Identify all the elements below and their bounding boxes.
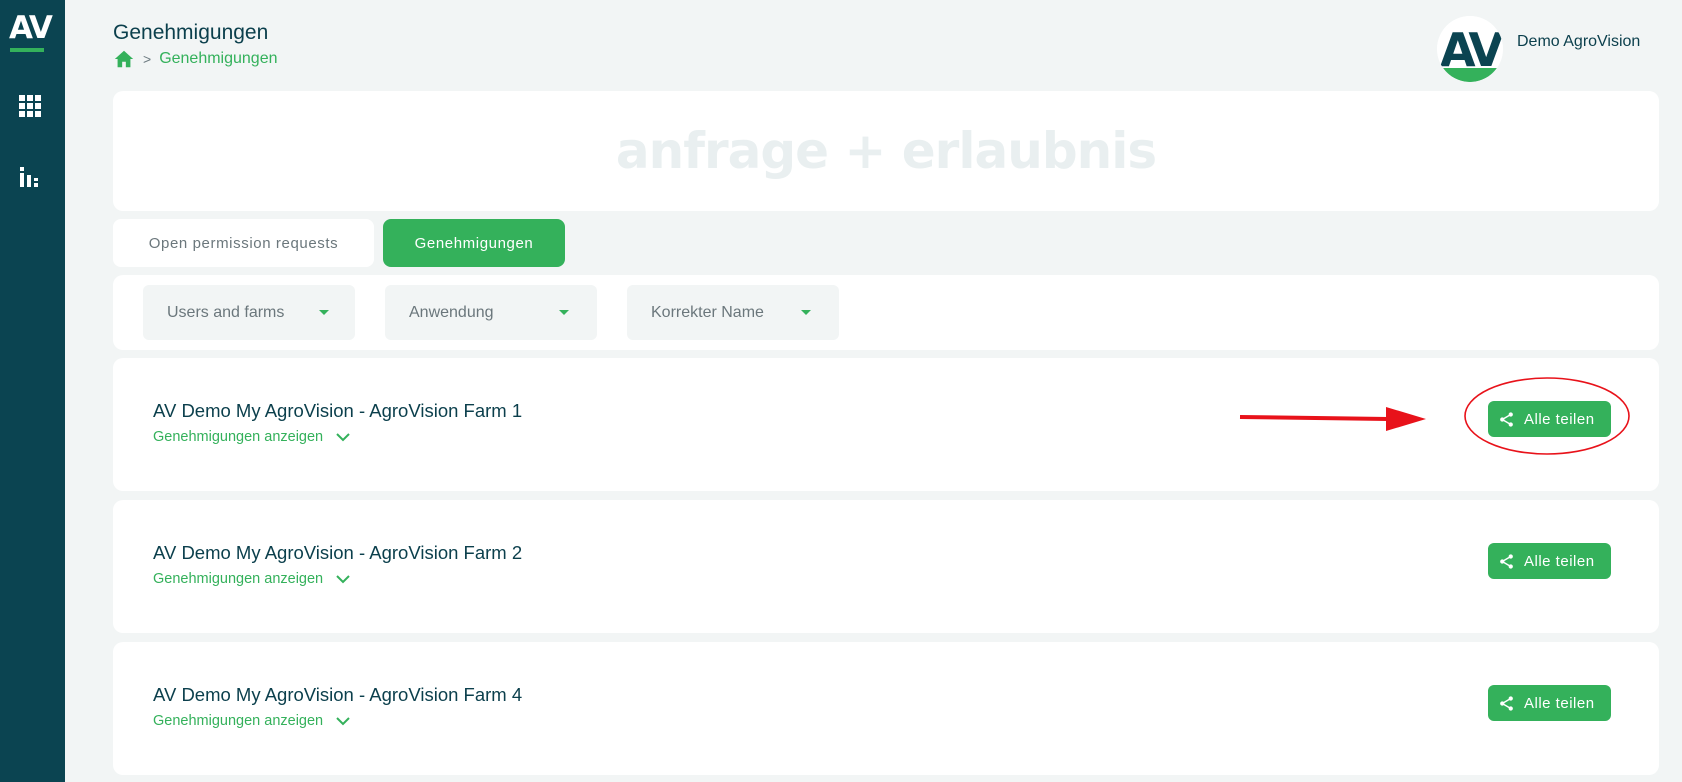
logo-underline [10, 48, 44, 52]
avatar[interactable]: AV [1437, 16, 1503, 82]
hero-text: anfrage + erlaubnis [615, 122, 1157, 180]
caret-down-icon [559, 310, 569, 315]
annotation-arrow [1239, 407, 1426, 431]
share-all-button[interactable]: Alle teilen [1488, 685, 1611, 721]
caret-down-icon [319, 310, 329, 315]
annotation-circle [1464, 377, 1630, 455]
farm-card: AV Demo My AgroVision - AgroVision Farm … [113, 500, 1659, 633]
users-and-farms-dropdown[interactable]: Users and farms [143, 285, 355, 340]
farm-card: AV Demo My AgroVision - AgroVision Farm … [113, 642, 1659, 775]
dropdown-label: Anwendung [409, 303, 494, 321]
share-all-label: Alle teilen [1524, 552, 1595, 570]
user-menu[interactable]: AV Demo AgroVision [1437, 16, 1640, 82]
share-all-label: Alle teilen [1524, 694, 1595, 712]
chevron-down-icon [336, 433, 350, 442]
hero-banner: anfrage + erlaubnis [113, 91, 1659, 211]
farm-title: AV Demo My AgroVision - AgroVision Farm … [153, 400, 523, 421]
show-permissions-toggle[interactable]: Genehmigungen anzeigen [153, 713, 351, 729]
breadcrumb: > Genehmigungen [113, 48, 278, 70]
share-all-button[interactable]: Alle teilen [1488, 543, 1611, 579]
toggle-label: Genehmigungen anzeigen [153, 429, 324, 445]
share-icon [1500, 553, 1513, 569]
grid-icon[interactable] [18, 94, 42, 118]
toggle-label: Genehmigungen anzeigen [153, 713, 324, 729]
toggle-label: Genehmigungen anzeigen [153, 571, 324, 587]
breadcrumb-separator: > [143, 51, 152, 67]
farm-title: AV Demo My AgroVision - AgroVision Farm … [153, 684, 523, 705]
chevron-down-icon [336, 575, 350, 584]
home-icon[interactable] [113, 48, 135, 70]
show-permissions-toggle[interactable]: Genehmigungen anzeigen [153, 571, 351, 587]
tab-genehmigungen[interactable]: Genehmigungen [383, 219, 565, 267]
caret-down-icon [801, 310, 811, 315]
filter-bar: Users and farms Anwendung Korrekter Name [113, 275, 1659, 350]
farm-title: AV Demo My AgroVision - AgroVision Farm … [153, 542, 523, 563]
share-icon [1500, 695, 1513, 711]
logo-text: AV [9, 10, 53, 46]
show-permissions-toggle[interactable]: Genehmigungen anzeigen [153, 429, 351, 445]
breadcrumb-current[interactable]: Genehmigungen [159, 50, 277, 68]
user-name: Demo AgroVision [1517, 33, 1641, 50]
tab-open-permission-requests[interactable]: Open permission requests [113, 219, 374, 267]
dropdown-label: Korrekter Name [651, 303, 764, 321]
page-title: Genehmigungen [113, 21, 269, 44]
bar-chart-icon[interactable] [18, 165, 42, 189]
avatar-text: AV [1440, 23, 1503, 77]
app-logo[interactable]: AV [9, 10, 53, 52]
anwendung-dropdown[interactable]: Anwendung [385, 285, 597, 340]
korrekter-name-dropdown[interactable]: Korrekter Name [627, 285, 839, 340]
dropdown-label: Users and farms [167, 303, 285, 321]
sidebar: AV [0, 0, 65, 782]
chevron-down-icon [336, 717, 350, 726]
